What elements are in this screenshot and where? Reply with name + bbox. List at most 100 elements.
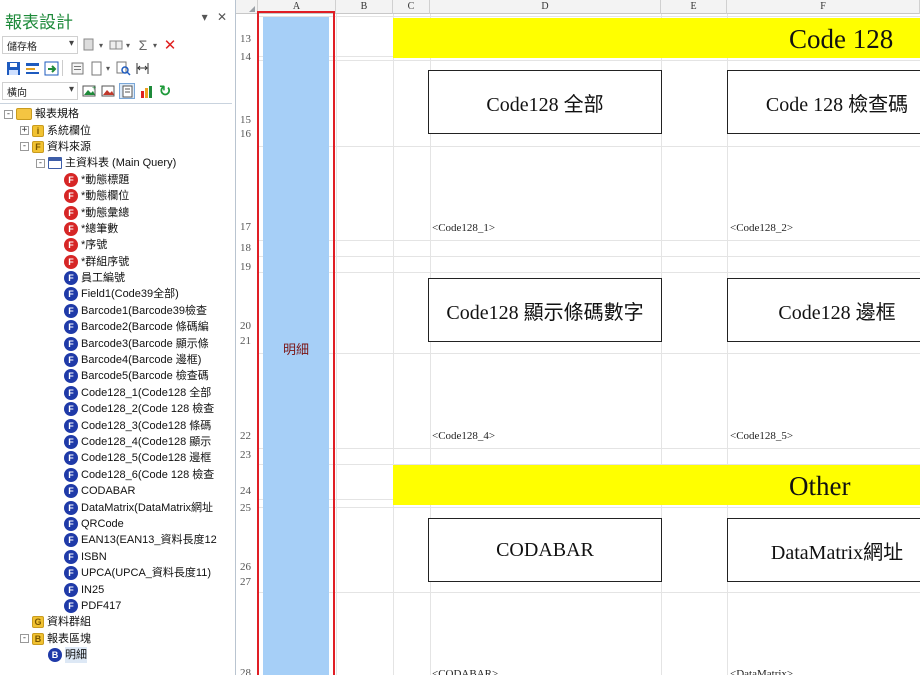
column-header-b[interactable]: B — [336, 0, 393, 14]
row-number[interactable]: 19 — [240, 261, 251, 273]
chevron-down-icon[interactable]: ▾ — [151, 37, 159, 53]
image-icon[interactable] — [100, 83, 116, 99]
expand-icon[interactable]: + — [20, 126, 29, 136]
row-number[interactable]: 26 — [240, 561, 251, 573]
field-placeholder[interactable]: <CODABAR> — [432, 668, 498, 675]
tree-node[interactable]: F Code128_3(Code128 條碼 — [4, 417, 234, 433]
sum-icon[interactable]: Σ — [135, 37, 151, 53]
row-number[interactable]: 22 — [240, 430, 251, 442]
chart-icon[interactable] — [138, 83, 154, 99]
section-header-bar[interactable]: Other — [393, 465, 920, 505]
field-placeholder[interactable]: <Code128_5> — [730, 430, 793, 442]
tree-node[interactable]: F *序號 — [4, 237, 234, 253]
collapse-icon[interactable]: - — [20, 634, 29, 644]
tree-node[interactable]: F CODABAR — [4, 483, 234, 499]
tree-node[interactable]: F Code128_4(Code128 顯示 — [4, 434, 234, 450]
column-header-d[interactable]: D — [430, 0, 661, 14]
row-number[interactable]: 25 — [240, 502, 251, 514]
tree-node[interactable]: F Code128_2(Code 128 檢查 — [4, 401, 234, 417]
row-number[interactable]: 14 — [240, 51, 251, 63]
row-number[interactable]: 27 — [240, 576, 251, 588]
tree-node[interactable]: F IN25 — [4, 581, 234, 597]
report-tree[interactable]: - 報表規格 + i 系統欄位 - F 資料來源 - 主資料表 (Main Query) F *動態標… — [4, 106, 234, 664]
tree-node[interactable]: - 主資料表 (Main Query) — [4, 155, 234, 171]
tree-node[interactable]: F *群組序號 — [4, 254, 234, 270]
orientation-select[interactable]: 橫向 — [2, 82, 78, 100]
field-placeholder[interactable]: <Code128_2> — [730, 222, 793, 234]
report-sheet[interactable]: ABCDEF 13 14 15 16 17 18 19 20 21 22 23 24 25 26 27 28 … — [236, 0, 920, 675]
label-box[interactable]: DataMatrix網址 — [727, 518, 920, 582]
cell-type-select[interactable]: 儲存格 — [2, 36, 78, 54]
tree-node[interactable]: - B 報表區塊 — [4, 631, 234, 647]
column-header-f[interactable]: F — [727, 0, 920, 14]
tree-node[interactable]: - 報表規格 — [4, 106, 234, 122]
detail-band[interactable]: 明細 — [257, 11, 335, 675]
label-box[interactable]: Code128 全部 — [428, 70, 662, 134]
tree-node[interactable]: F Barcode1(Barcode39檢查 — [4, 303, 234, 319]
select-all-corner[interactable] — [236, 0, 258, 14]
row-number[interactable]: 13 — [240, 33, 251, 45]
save-icon[interactable] — [5, 60, 21, 76]
tree-node[interactable]: F Barcode5(Barcode 檢查碼 — [4, 368, 234, 384]
tree-node[interactable]: F Barcode3(Barcode 顯示條 — [4, 335, 234, 351]
tree-node[interactable]: F Code128_6(Code 128 檢查 — [4, 467, 234, 483]
delete-icon[interactable]: ✕ — [162, 37, 178, 54]
row-number[interactable]: 24 — [240, 485, 251, 497]
tree-node[interactable]: - F 資料來源 — [4, 139, 234, 155]
row-number[interactable]: 23 — [240, 449, 251, 461]
column-width-icon[interactable] — [134, 60, 150, 76]
tree-node[interactable]: F Code128_5(Code128 邊框 — [4, 450, 234, 466]
row-number[interactable]: 15 — [240, 114, 251, 126]
tree-node[interactable]: B 明細 — [4, 647, 234, 664]
tree-node[interactable]: F Barcode2(Barcode 條碼編 — [4, 319, 234, 335]
label-box[interactable]: Code128 邊框 — [727, 278, 920, 342]
chevron-down-icon[interactable]: ▾ — [97, 37, 105, 53]
collapse-icon[interactable]: - — [36, 158, 45, 168]
field-placeholder[interactable]: <Code128_1> — [432, 222, 495, 234]
report-settings-icon[interactable] — [119, 83, 135, 99]
collapse-icon[interactable]: - — [20, 142, 29, 152]
tree-node[interactable]: F Barcode4(Barcode 邊框) — [4, 352, 234, 368]
panel-dropdown-icon[interactable]: ▾ — [202, 10, 208, 24]
align-icon[interactable] — [24, 60, 40, 76]
tree-node[interactable]: F *動態標題 — [4, 172, 234, 188]
tree-node[interactable]: F PDF417 — [4, 598, 234, 614]
tree-node[interactable]: + i 系統欄位 — [4, 122, 234, 138]
column-header-c[interactable]: C — [393, 0, 430, 14]
collapse-icon[interactable]: - — [4, 109, 13, 119]
refresh-icon[interactable]: ↻ — [157, 83, 173, 100]
tree-node[interactable]: F 員工編號 — [4, 270, 234, 286]
label-box[interactable]: CODABAR — [428, 518, 662, 582]
merge-cells-icon[interactable] — [108, 37, 124, 53]
tree-node[interactable]: F *總筆數 — [4, 221, 234, 237]
add-image-icon[interactable]: + — [81, 83, 97, 99]
export-icon[interactable] — [43, 60, 59, 76]
field-placeholder[interactable]: <DataMatrix> — [730, 668, 793, 675]
row-number[interactable]: 16 — [240, 128, 251, 140]
tree-node[interactable]: F *動態彙總 — [4, 204, 234, 220]
tree-node[interactable]: G 資料群組 — [4, 614, 234, 630]
tree-node[interactable]: F Code128_1(Code128 全部 — [4, 385, 234, 401]
properties-icon[interactable] — [69, 60, 85, 76]
column-header-e[interactable]: E — [661, 0, 727, 14]
close-icon[interactable]: ✕ — [217, 10, 227, 24]
row-number[interactable]: 17 — [240, 221, 251, 233]
row-number[interactable]: 20 — [240, 320, 251, 332]
row-number[interactable]: 28 — [240, 667, 251, 675]
tree-node[interactable]: F Field1(Code39全部) — [4, 286, 234, 302]
label-box[interactable]: Code 128 檢查碼 — [727, 70, 920, 134]
tree-node[interactable]: F *動態欄位 — [4, 188, 234, 204]
tree-node[interactable]: F EAN13(EAN13_資料長度12 — [4, 532, 234, 548]
chevron-down-icon[interactable]: ▾ — [124, 37, 132, 53]
field-placeholder[interactable]: <Code128_4> — [432, 430, 495, 442]
tree-node[interactable]: F QRCode — [4, 516, 234, 532]
label-box[interactable]: Code128 顯示條碼數字 — [428, 278, 662, 342]
copy-format-icon[interactable] — [81, 37, 97, 53]
row-number[interactable]: 18 — [240, 242, 251, 254]
tree-node[interactable]: F DataMatrix(DataMatrix網址 — [4, 499, 234, 515]
page-icon[interactable] — [88, 60, 104, 76]
row-number[interactable]: 21 — [240, 335, 251, 347]
chevron-down-icon[interactable]: ▾ — [104, 60, 112, 76]
tree-node[interactable]: F ISBN — [4, 549, 234, 565]
find-icon[interactable] — [115, 60, 131, 76]
